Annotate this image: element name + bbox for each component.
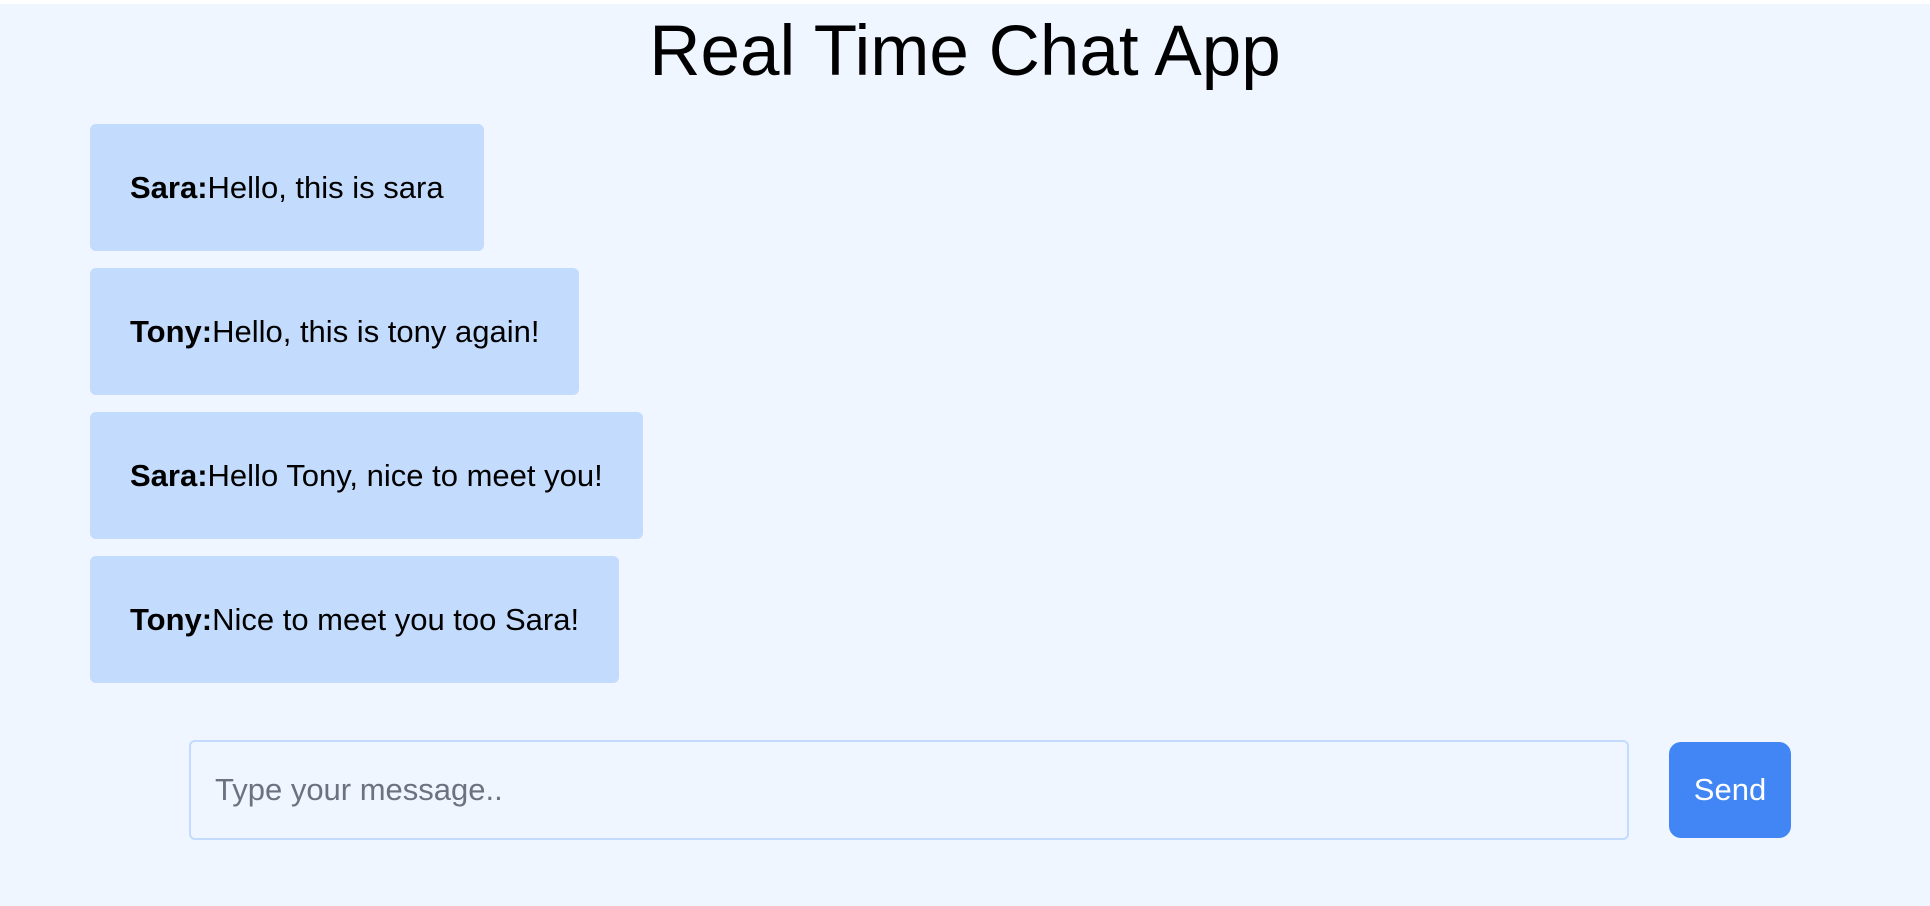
message-sender: Tony: [130,314,213,349]
message-text: Hello, this is sara [207,170,444,205]
chat-page: Real Time Chat App Sara: Hello, this is … [0,4,1930,906]
message-sender: Sara: [130,458,208,493]
send-button[interactable]: Send [1669,742,1791,838]
message-text: Hello Tony, nice to meet you! [207,458,603,493]
message-composer: Send [189,740,1791,840]
page-title: Real Time Chat App [649,12,1281,91]
message-sender: Sara: [130,170,208,205]
message-item: Sara: Hello, this is sara [90,124,484,251]
message-text: Nice to meet you too Sara! [212,602,580,637]
message-sender: Tony: [130,602,213,637]
message-list: Sara: Hello, this is sara Tony: Hello, t… [90,124,890,700]
message-input[interactable] [189,740,1629,840]
message-text: Hello, this is tony again! [212,314,540,349]
message-item: Sara: Hello Tony, nice to meet you! [90,412,643,539]
message-item: Tony: Nice to meet you too Sara! [90,556,620,683]
message-item: Tony: Hello, this is tony again! [90,268,580,395]
